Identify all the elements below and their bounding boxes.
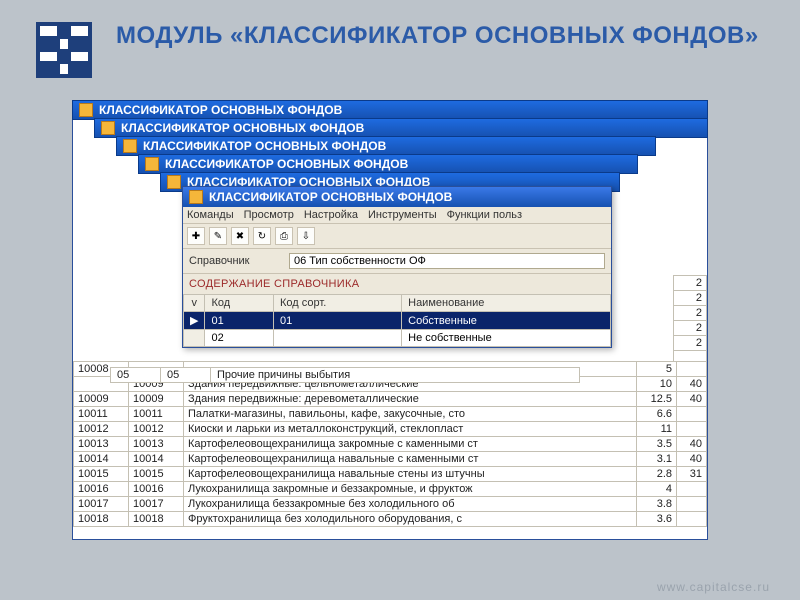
table-row: 1001110011Палатки-магазины, павильоны, к…	[74, 407, 707, 422]
table-row: 05 05 Прочие причины выбытия	[111, 368, 580, 383]
reference-value[interactable]: 06 Тип собственности ОФ	[289, 253, 605, 269]
cascaded-titlebar-1: КЛАССИФИКАТОР ОСНОВНЫХ ФОНДОВ	[72, 100, 708, 120]
app-icon	[189, 190, 203, 204]
table-row: 1001510015Картофелеовощехранилища наваль…	[74, 467, 707, 482]
extra-row-table: 05 05 Прочие причины выбытия	[110, 367, 580, 383]
table-row: 1001710017Лукохранилища беззакромные без…	[74, 497, 707, 512]
reference-label: Справочник	[189, 255, 279, 267]
menubar-item[interactable]: Настройка	[304, 209, 358, 221]
menubar-item[interactable]: Просмотр	[244, 209, 294, 221]
table-row[interactable]: 02Не собственные	[184, 330, 611, 347]
reference-row: Справочник 06 Тип собственности ОФ	[183, 249, 611, 274]
menubar-item[interactable]: Команды	[187, 209, 234, 221]
export-icon[interactable]: ⇩	[297, 227, 315, 245]
table-row: 1001410014Картофелеовощехранилища наваль…	[74, 452, 707, 467]
cascaded-titlebar-4: КЛАССИФИКАТОР ОСНОВНЫХ ФОНДОВ	[138, 154, 638, 174]
refresh-icon[interactable]: ↻	[253, 227, 271, 245]
table-row: 1000910009Здания передвижные: деревомета…	[74, 392, 707, 407]
edit-icon[interactable]: ✎	[209, 227, 227, 245]
col-code[interactable]: Код	[205, 295, 274, 312]
app-icon	[79, 103, 93, 117]
app-icon	[123, 139, 137, 153]
table-row: 1001210012Киоски и ларьки из металлоконс…	[74, 422, 707, 437]
table-row: 1001310013Картофелеовощехранилища закром…	[74, 437, 707, 452]
background-table: 10008510009Здания передвижные: цельномет…	[73, 361, 707, 527]
footer-url: www.capitalcse.ru	[657, 580, 770, 594]
classifier-window: КЛАССИФИКАТОР ОСНОВНЫХ ФОНДОВ Команды Про…	[182, 186, 612, 348]
content-grid[interactable]: v Код Код сорт. Наименование ▶0101Собств…	[183, 294, 611, 347]
window-title: КЛАССИФИКАТОР ОСНОВНЫХ ФОНДОВ	[209, 190, 452, 204]
table-row: 2	[674, 321, 707, 336]
col-sort[interactable]: Код сорт.	[274, 295, 402, 312]
app-icon	[101, 121, 115, 135]
col-name[interactable]: Наименование	[402, 295, 611, 312]
brand-logo	[36, 22, 92, 78]
table-row: 2	[674, 291, 707, 306]
toolbar: ✚✎✖↻⎙⇩	[183, 224, 611, 249]
table-row: 2	[674, 306, 707, 321]
window-titlebar[interactable]: КЛАССИФИКАТОР ОСНОВНЫХ ФОНДОВ	[183, 187, 611, 207]
menubar-item[interactable]: Инструменты	[368, 209, 437, 221]
print-icon[interactable]: ⎙	[275, 227, 293, 245]
table-row: 2	[674, 276, 707, 291]
table-row[interactable]: ▶0101Собственные	[184, 312, 611, 330]
menubar-item[interactable]: Функции польз	[447, 209, 522, 221]
cascaded-titlebar-2: КЛАССИФИКАТОР ОСНОВНЫХ ФОНДОВ	[94, 118, 708, 138]
expand-column[interactable]: v	[184, 295, 205, 312]
delete-icon[interactable]: ✖	[231, 227, 249, 245]
app-icon	[167, 175, 181, 189]
section-heading: СОДЕРЖАНИЕ СПРАВОЧНИКА	[183, 274, 611, 294]
table-row: 2	[674, 336, 707, 351]
app-icon	[145, 157, 159, 171]
menubar: Команды Просмотр Настройка Инструменты Функц…	[183, 207, 611, 224]
table-row: 1001610016Лукохранилища закромные и безз…	[74, 482, 707, 497]
add-icon[interactable]: ✚	[187, 227, 205, 245]
cascaded-titlebar-3: КЛАССИФИКАТОР ОСНОВНЫХ ФОНДОВ	[116, 136, 656, 156]
page-title: МОДУЛЬ «КЛАССИФИКАТОР ОСНОВНЫХ ФОНДОВ»	[116, 22, 759, 50]
table-row: 1001810018Фруктохранилища без холодильно…	[74, 512, 707, 527]
